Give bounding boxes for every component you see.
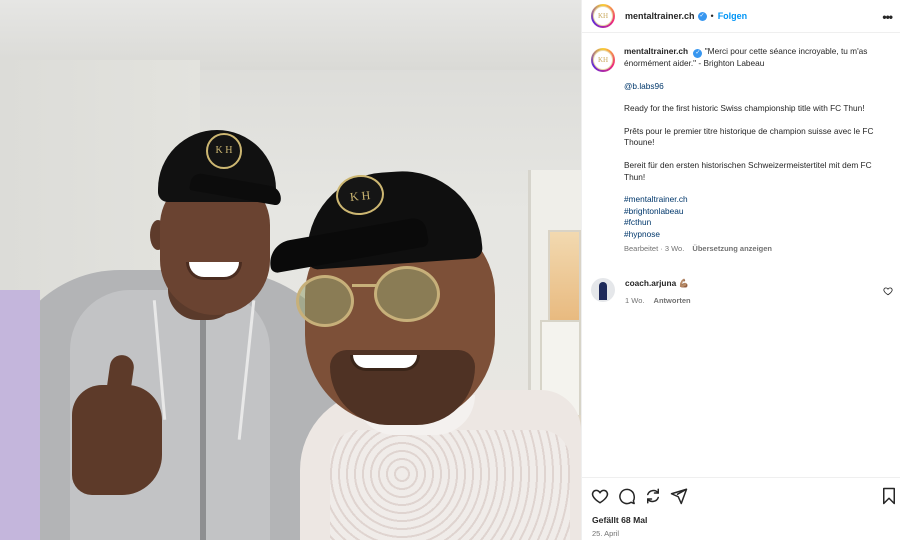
comment-item: coach.arjuna 💪🏽 1 Wo. Antworten bbox=[591, 278, 893, 306]
hashtag-link[interactable]: #brightonlabeau bbox=[624, 206, 893, 218]
comment-body: coach.arjuna 💪🏽 1 Wo. Antworten bbox=[625, 278, 698, 306]
comment-meta: 1 Wo. Antworten bbox=[625, 295, 698, 306]
person1-zipper bbox=[200, 320, 206, 540]
post-image[interactable] bbox=[0, 0, 581, 540]
caption: KH mentaltrainer.ch ✓ "Merci pour cette … bbox=[591, 46, 893, 254]
post-date: 25. April bbox=[592, 529, 620, 538]
edited-timestamp: Bearbeitet · 3 Wo. bbox=[624, 243, 685, 253]
person1-sleeve bbox=[0, 290, 40, 540]
caption-author-avatar[interactable]: KH bbox=[591, 48, 615, 72]
hashtag-link[interactable]: #mentaltrainer.ch bbox=[624, 194, 893, 206]
caption-paragraph-fr: Prêts pour le premier titre historique d… bbox=[624, 125, 874, 148]
reply-button[interactable]: Antworten bbox=[654, 296, 691, 305]
comment-bubble-icon[interactable] bbox=[618, 487, 636, 505]
caption-mention-link[interactable]: @b.labs96 bbox=[624, 81, 664, 91]
follow-button[interactable]: Folgen bbox=[718, 11, 748, 21]
like-heart-icon[interactable] bbox=[591, 487, 609, 505]
caption-author-username[interactable]: mentaltrainer.ch bbox=[624, 46, 688, 56]
author-logo: KH bbox=[593, 6, 613, 26]
translate-button[interactable]: Übersetzung anzeigen bbox=[692, 244, 772, 253]
caption-paragraph-de: Bereit für den ersten historischen Schwe… bbox=[624, 159, 872, 182]
caption-paragraph-en: Ready for the first historic Swiss champ… bbox=[624, 103, 865, 114]
person2-glasses-lens bbox=[374, 266, 440, 322]
author-logo: KH bbox=[593, 50, 613, 70]
comment-text: 💪🏽 bbox=[678, 278, 689, 288]
hashtag-list: #mentaltrainer.ch #brightonlabeau #fcthu… bbox=[624, 194, 893, 240]
more-options-icon[interactable]: ••• bbox=[882, 10, 893, 24]
verified-badge-icon: ✓ bbox=[697, 11, 707, 21]
verified-badge-icon: ✓ bbox=[693, 49, 703, 58]
comment-like-heart-icon[interactable] bbox=[883, 286, 893, 296]
author-username[interactable]: mentaltrainer.ch bbox=[625, 11, 695, 21]
repost-icon[interactable] bbox=[644, 487, 662, 505]
post-sidebar: KH mentaltrainer.ch ✓ • Folgen ••• KH me… bbox=[581, 0, 900, 540]
share-send-icon[interactable] bbox=[670, 487, 688, 505]
person2-smile bbox=[350, 355, 420, 371]
person2-shirt-pattern bbox=[330, 430, 570, 540]
post-header: KH mentaltrainer.ch ✓ • Folgen ••• bbox=[582, 0, 900, 33]
caption-meta: Bearbeitet · 3 Wo. Übersetzung anzeigen bbox=[624, 243, 893, 255]
caption-body: mentaltrainer.ch ✓ "Merci pour cette séa… bbox=[624, 46, 893, 254]
save-bookmark-icon[interactable] bbox=[880, 487, 898, 505]
hashtag-link[interactable]: #fcthun bbox=[624, 217, 893, 229]
comment-timestamp: 1 Wo. bbox=[625, 296, 645, 305]
post-actions-bar: Gefällt 68 Mal 25. April bbox=[582, 477, 900, 540]
author-avatar[interactable]: KH bbox=[591, 4, 615, 28]
person1-hand bbox=[72, 385, 162, 495]
person2-glasses-lens bbox=[296, 275, 354, 327]
commenter-avatar[interactable] bbox=[591, 278, 615, 302]
like-count[interactable]: Gefällt 68 Mal bbox=[592, 515, 647, 525]
commenter-username[interactable]: coach.arjuna bbox=[625, 278, 676, 288]
photo-door-glass bbox=[548, 230, 581, 325]
hashtag-link[interactable]: #hypnose bbox=[624, 229, 893, 241]
person2-glasses-bridge bbox=[352, 284, 376, 287]
person1-cap-logo bbox=[206, 133, 242, 169]
separator-dot: • bbox=[710, 11, 714, 21]
